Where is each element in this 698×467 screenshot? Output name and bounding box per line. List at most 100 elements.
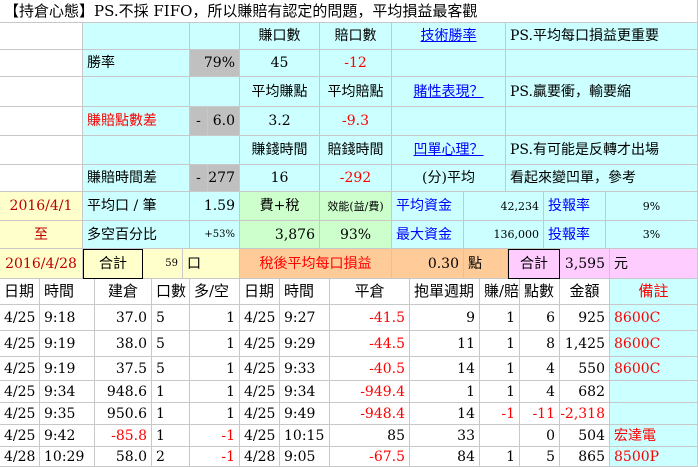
sheet-title: 【持倉心態】PS.不採 FIFO，所以賺賠有認定的問題，平均損益最客觀 bbox=[0, 0, 698, 23]
table-cell-close-date: 4/25 bbox=[240, 425, 280, 447]
blank-cell bbox=[83, 136, 190, 165]
points-diff-value: 6.0 bbox=[208, 107, 240, 136]
col-header-open-date: 日期 bbox=[0, 279, 40, 305]
table-cell-open-price: 38.0 bbox=[95, 331, 152, 357]
header-loss-time: 賠錢時間 bbox=[320, 136, 392, 165]
table-cell-open-date: 4/25 bbox=[0, 357, 40, 381]
table-cell-direction: -1 bbox=[190, 425, 240, 447]
table-cell-open-date: 4/25 bbox=[0, 331, 40, 357]
col-header-amount: 金額 bbox=[560, 279, 610, 305]
table-cell-close-date: 4/25 bbox=[240, 305, 280, 331]
table-cell-win-loss bbox=[480, 425, 520, 447]
table-cell-close-price: -948.4 bbox=[330, 403, 410, 425]
col-header-direction: 多/空 bbox=[190, 279, 240, 305]
loss-time-value: -292 bbox=[320, 165, 392, 192]
blank-cell bbox=[392, 107, 506, 136]
blank-cell bbox=[190, 23, 240, 50]
table-cell-open-date: 4/25 bbox=[0, 425, 40, 447]
table-cell-amount: 550 bbox=[560, 357, 610, 381]
long-short-value: +53% bbox=[190, 221, 240, 249]
col-header-open-time: 時間 bbox=[40, 279, 95, 305]
table-cell-close-date: 4/25 bbox=[240, 403, 280, 425]
table-cell-lots: 1 bbox=[152, 381, 190, 403]
table-cell-amount: 504 bbox=[560, 425, 610, 447]
table-cell-direction: 1 bbox=[190, 305, 240, 331]
table-cell-points: 8 bbox=[520, 331, 560, 357]
table-cell-close-time: 9:49 bbox=[280, 403, 330, 425]
table-cell-points: 4 bbox=[520, 357, 560, 381]
blank-cell bbox=[0, 77, 83, 107]
after-tax-unit: 點 bbox=[464, 249, 508, 279]
long-short-label: 多空百分比 bbox=[83, 221, 190, 249]
date-end: 2016/4/28 bbox=[0, 249, 83, 279]
blank-cell bbox=[506, 107, 698, 136]
table-cell-close-time: 9:33 bbox=[280, 357, 330, 381]
tech-win-rate-link[interactable]: 技術勝率 bbox=[392, 23, 506, 50]
col-header-lots: 口數 bbox=[152, 279, 190, 305]
col-header-close-time: 時間 bbox=[280, 279, 330, 305]
table-cell-open-time: 9:18 bbox=[40, 305, 95, 331]
table-cell-points: 0 bbox=[520, 425, 560, 447]
table-cell-amount: 682 bbox=[560, 381, 610, 403]
table-cell-points: 6 bbox=[520, 305, 560, 331]
header-avg-win-points: 平均賺點 bbox=[240, 77, 320, 107]
table-cell-close-price: -44.5 bbox=[330, 331, 410, 357]
header-win-time: 賺錢時間 bbox=[240, 136, 320, 165]
date-to: 至 bbox=[0, 221, 83, 249]
table-cell-win-loss: -1 bbox=[480, 403, 520, 425]
time-diff-sign: - bbox=[190, 165, 208, 192]
roi-label: 投報率 bbox=[544, 192, 606, 221]
total-amount-unit: 元 bbox=[610, 249, 698, 279]
table-cell-open-time: 10:29 bbox=[40, 447, 95, 467]
blank-cell bbox=[0, 165, 83, 192]
table-cell-close-price: -67.5 bbox=[330, 447, 410, 467]
table-cell-win-loss: 1 bbox=[480, 357, 520, 381]
blank-cell bbox=[0, 107, 83, 136]
table-cell-remark: 8600C bbox=[610, 305, 698, 331]
table-cell-open-date: 4/25 bbox=[0, 381, 40, 403]
table-cell-direction: 1 bbox=[190, 403, 240, 425]
total-label: 合計 bbox=[83, 249, 143, 279]
table-cell-holding-period: 14 bbox=[410, 403, 480, 425]
table-cell-lots: 1 bbox=[152, 425, 190, 447]
avg-win-points-value: 3.2 bbox=[240, 107, 320, 136]
table-cell-points: 5 bbox=[520, 447, 560, 467]
table-cell-direction: 1 bbox=[190, 381, 240, 403]
table-cell-holding-period: 14 bbox=[410, 357, 480, 381]
points-diff-label: 賺賠點數差 bbox=[83, 107, 190, 136]
table-cell-lots: 1 bbox=[152, 403, 190, 425]
table-cell-close-time: 10:15 bbox=[280, 425, 330, 447]
table-cell-open-price: -85.8 bbox=[95, 425, 152, 447]
col-header-points: 點數 bbox=[520, 279, 560, 305]
after-tax-label: 稅後平均每口損益 bbox=[240, 249, 392, 279]
table-cell-win-loss: 1 bbox=[480, 447, 520, 467]
holding-loss-link[interactable]: 凹單心理？ bbox=[392, 136, 506, 165]
efficiency-value: 93% bbox=[320, 221, 392, 249]
roi2-label: 投報率 bbox=[544, 221, 606, 249]
avg-capital-label: 平均資金 bbox=[392, 192, 464, 221]
table-cell-close-date: 4/25 bbox=[240, 381, 280, 403]
table-cell-close-time: 9:27 bbox=[280, 305, 330, 331]
max-capital-value: 136,000 bbox=[464, 221, 544, 249]
col-header-holding-period: 抱單週期 bbox=[410, 279, 480, 305]
table-cell-open-date: 4/28 bbox=[0, 447, 40, 467]
note-win-big-lose-small: PS.贏要衝，輸要縮 bbox=[506, 77, 698, 107]
table-cell-holding-period: 11 bbox=[410, 331, 480, 357]
table-cell-remark: 8500P bbox=[610, 447, 698, 467]
table-cell-lots: 2 bbox=[152, 447, 190, 467]
table-cell-lots: 5 bbox=[152, 357, 190, 381]
table-cell-win-loss: 1 bbox=[480, 331, 520, 357]
table-cell-holding-period: 9 bbox=[410, 305, 480, 331]
table-cell-open-time: 9:42 bbox=[40, 425, 95, 447]
header-avg-loss-points: 平均賠點 bbox=[320, 77, 392, 107]
blank-cell bbox=[83, 77, 190, 107]
table-cell-remark bbox=[610, 403, 698, 425]
after-tax-value: 0.30 bbox=[392, 249, 464, 279]
header-loss-count: 賠口數 bbox=[320, 23, 392, 50]
table-cell-direction: -1 bbox=[190, 447, 240, 467]
total-amount-label: 合計 bbox=[508, 249, 560, 279]
loss-count-value: -12 bbox=[320, 50, 392, 77]
gamble-link[interactable]: 賭性表現？ bbox=[392, 77, 506, 107]
table-cell-close-time: 9:34 bbox=[280, 381, 330, 403]
efficiency-label: 效能(益/費) bbox=[320, 192, 392, 221]
